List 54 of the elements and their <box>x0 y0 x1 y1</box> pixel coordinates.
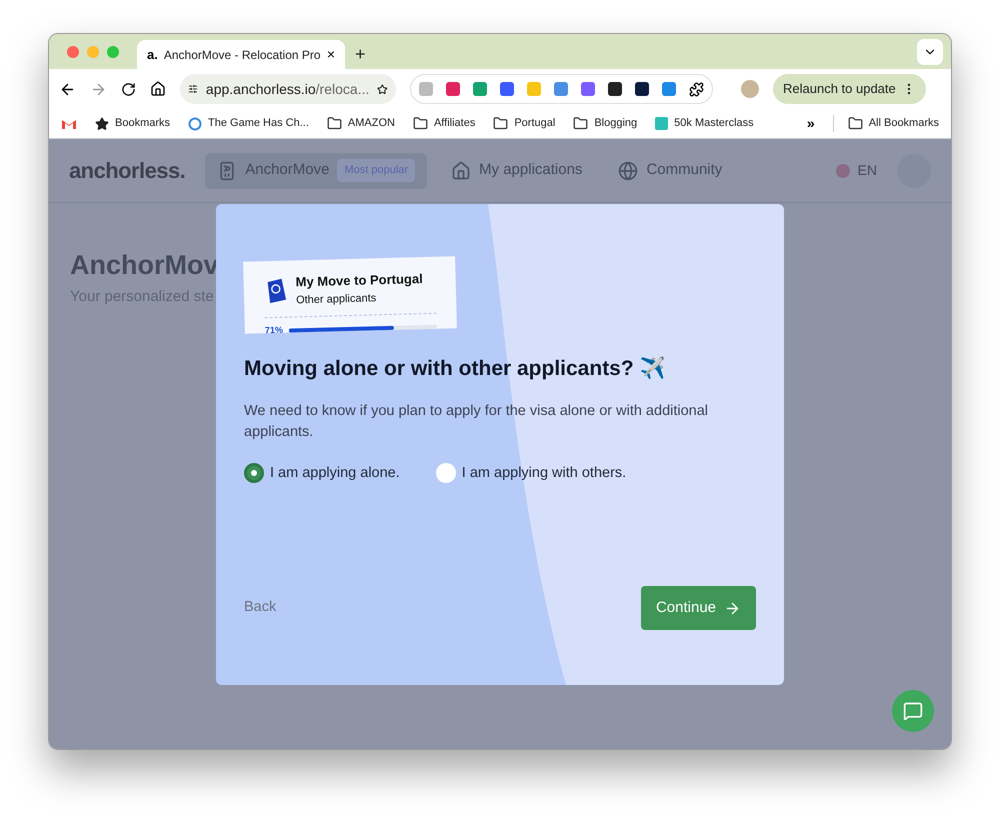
bookmark-item[interactable]: Blogging <box>594 115 638 132</box>
globe-icon <box>618 160 638 180</box>
address-bar[interactable]: app.anchorless.io/reloca... <box>180 74 396 104</box>
ticket-title: My Move to Portugal <box>295 270 423 292</box>
home-icon[interactable] <box>150 81 166 97</box>
progress-percent: 71% <box>264 324 284 338</box>
close-window-button[interactable] <box>67 46 79 58</box>
bookmark-item[interactable]: Bookmarks <box>115 115 170 132</box>
radio-option[interactable]: I am applying with others. <box>436 462 626 484</box>
tab-favicon: a. <box>147 46 158 64</box>
browser-tab[interactable]: a. AnchorMove - Relocation Pro × <box>137 40 345 69</box>
radio-label: I am applying with others. <box>462 464 626 482</box>
folder-icon <box>573 116 588 131</box>
chat-icon <box>903 701 923 721</box>
bookmark-item[interactable]: Affiliates <box>434 115 476 132</box>
bookmarks-overflow[interactable]: » <box>806 113 815 134</box>
relaunch-button[interactable]: Relaunch to update <box>773 74 926 104</box>
bookmark-item[interactable]: The Game Has Ch... <box>208 115 309 132</box>
home-icon <box>451 160 472 180</box>
dialog-description: We need to know if you plan to apply for the visa alone or with additional applicants. <box>244 402 710 442</box>
tab-close-icon[interactable]: × <box>326 44 335 65</box>
bookmark-item[interactable]: 50k Masterclass <box>674 115 754 132</box>
chat-button[interactable] <box>892 690 934 732</box>
tab-title: AnchorMove - Relocation Pro <box>164 46 321 64</box>
ring-icon <box>188 116 202 130</box>
continue-button[interactable]: Continue <box>640 586 756 630</box>
star-icon <box>95 116 109 130</box>
extension-icon[interactable] <box>608 82 622 96</box>
mail-icon[interactable] <box>61 118 77 130</box>
nav-label: My applications <box>479 160 582 180</box>
dialog-heading: Moving alone or with other applicants? ✈ <box>244 356 667 382</box>
nav-label: Community <box>646 160 722 180</box>
new-tab-button[interactable]: + <box>345 40 376 69</box>
extensions-icon[interactable] <box>689 82 704 96</box>
reload-icon[interactable] <box>121 82 136 96</box>
url-text: app.anchorless.io/reloca... <box>206 80 370 99</box>
bookmark-star-icon[interactable] <box>377 82 388 96</box>
ticket-subtitle: Other applicants <box>296 290 378 308</box>
folder-icon <box>412 116 428 131</box>
radio-option[interactable]: I am applying alone. <box>244 462 400 484</box>
extension-icon[interactable] <box>635 82 649 96</box>
bookmark-item[interactable]: All Bookmarks <box>868 115 939 132</box>
folder-icon <box>326 116 342 131</box>
site-icon <box>655 117 668 130</box>
site-settings-icon[interactable] <box>188 82 198 96</box>
bookmark-item[interactable]: Portugal <box>514 115 556 132</box>
tab-search-button[interactable] <box>917 39 943 65</box>
folder-icon <box>848 116 863 131</box>
bookmark-item[interactable]: AMAZON <box>348 115 395 132</box>
flag-icon <box>836 164 850 178</box>
nav-label: AnchorMove <box>245 160 330 180</box>
folder-icon <box>493 116 508 131</box>
radio-label: I am applying alone. <box>270 464 400 482</box>
page-title: AnchorMov <box>70 249 218 282</box>
